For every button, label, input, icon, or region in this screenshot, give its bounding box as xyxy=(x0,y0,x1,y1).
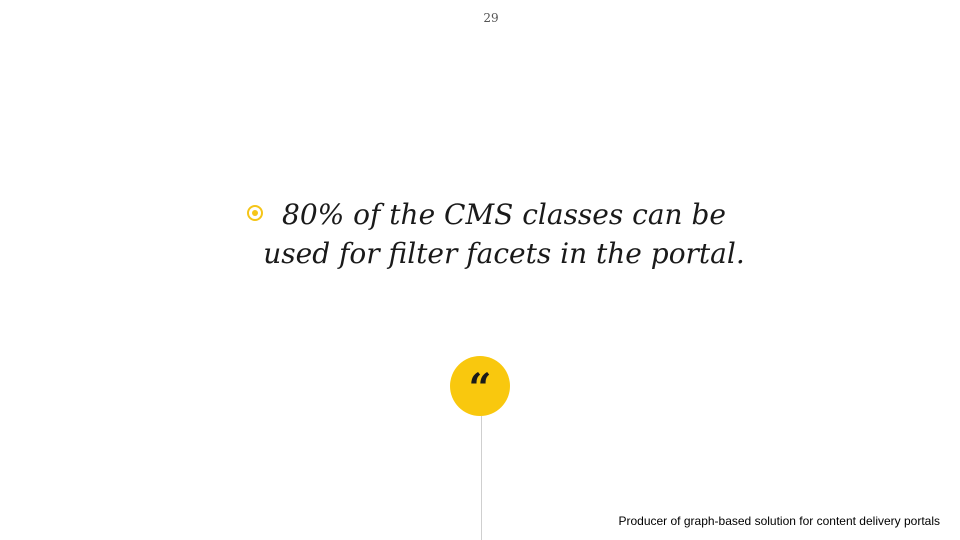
quote-text: 80% of the CMS classes can be used for f… xyxy=(263,198,745,270)
quote-badge: “ xyxy=(450,356,510,416)
footer-text: Producer of graph-based solution for con… xyxy=(618,514,940,528)
quote-mark-icon: “ xyxy=(468,365,492,412)
quote-block: 80% of the CMS classes can be used for f… xyxy=(245,195,765,315)
divider-line xyxy=(481,416,482,540)
target-bullet-icon xyxy=(247,205,263,221)
page-number: 29 xyxy=(483,11,499,25)
